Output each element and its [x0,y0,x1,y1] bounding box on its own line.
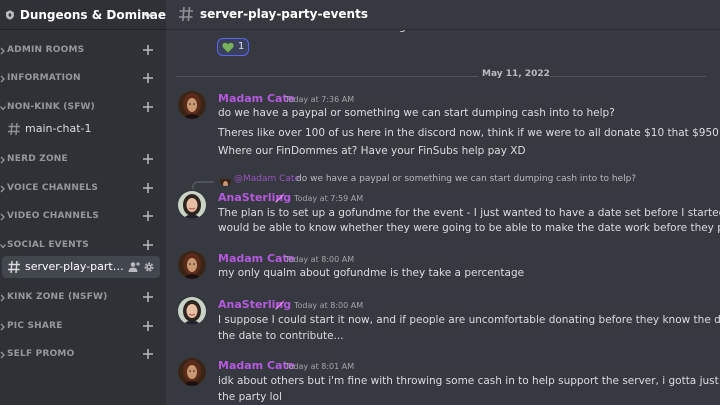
chevron-right-icon [0,294,5,302]
hashtag-icon [8,260,20,274]
add-channel-icon[interactable] [142,320,154,332]
message-text: Where our FinDommes at? Have your FinSub… [218,145,526,157]
message-text: I suppose I could start it now, and if p… [218,314,720,326]
message-text: idk about others but i'm fine with throw… [218,375,720,387]
reaction-count: 1 [238,41,245,52]
create-invite-icon[interactable] [128,261,140,273]
category-information[interactable]: INFORMATION [0,71,166,87]
hashtag-icon [179,6,193,22]
avatar[interactable] [178,358,206,386]
category-label: INFORMATION [7,73,81,83]
add-channel-icon[interactable] [142,182,154,194]
add-channel-icon[interactable] [142,348,154,360]
channel-title: server-play-party-events [200,7,368,21]
avatar[interactable] [178,91,206,119]
avatar[interactable] [178,251,206,279]
category-label: SOCIAL EVENTS [7,240,89,250]
reply-preview-text[interactable]: do we have a paypal or something we can … [296,174,636,184]
message-author[interactable]: Madam Cate [218,252,295,265]
reply-connector [192,181,214,189]
avatar-anasterling-icon [178,297,206,325]
date-divider-label: May 11, 2022 [478,69,550,79]
add-channel-icon[interactable] [142,44,154,56]
message-text: The plan is to set up a gofundme for the… [218,207,720,219]
chevron-down-icon [0,106,6,111]
category-self-promo[interactable]: SELF PROMO [0,347,166,363]
channel-header: server-play-party-events [166,0,720,30]
message-author[interactable]: Madam Cate [218,359,295,372]
avatar-madam-cate-icon [178,358,206,386]
message-timestamp: Today at 7:59 AM [294,194,364,203]
chevron-right-icon [0,47,5,55]
category-video-channels[interactable]: VIDEO CHANNELS [0,209,166,225]
channel-server-play-party-events[interactable]: server-play-party-events [2,256,160,278]
avatar-madam-cate-icon [178,251,206,279]
category-pic-share[interactable]: PIC SHARE [0,319,166,335]
avatar-madam-cate-small-icon [220,179,231,186]
discord-app: Dungeons & Dominae ADMIN ROOMS INFORMATI… [0,0,720,405]
add-channel-icon[interactable] [142,210,154,222]
category-nerd-zone[interactable]: NERD ZONE [0,152,166,168]
reply-author[interactable]: @Madam Cate [234,174,300,184]
message-timestamp: Today at 8:01 AM [285,362,355,371]
message-text: the date to contribute... [218,330,344,342]
category-admin-rooms[interactable]: ADMIN ROOMS [0,43,166,59]
avatar-anasterling-icon [178,191,206,219]
channel-main-chat-1[interactable]: main-chat-1 [2,118,160,140]
chevron-right-icon [0,75,5,83]
add-channel-icon[interactable] [142,101,154,113]
category-label: ADMIN ROOMS [7,45,85,55]
category-social-events[interactable]: SOCIAL EVENTS [0,238,166,254]
category-kink-zone[interactable]: KINK ZONE (NSFW) [0,290,166,306]
message-timestamp: Today at 8:00 AM [294,301,364,310]
category-voice-channels[interactable]: VOICE CHANNELS [0,181,166,197]
chevron-right-icon [0,351,5,359]
chevron-down-icon [0,244,6,249]
hashtag-icon [8,122,20,136]
message-text: do we have a paypal or something we can … [218,107,615,119]
category-label: VOICE CHANNELS [7,183,99,193]
message-author[interactable]: Madam Cate [218,92,295,105]
green-heart-icon [222,42,234,53]
add-channel-icon[interactable] [142,239,154,251]
chat-area: I'm excited to hear how the tour goes! 1… [166,0,720,405]
chevron-right-icon [0,156,5,164]
message-timestamp: Today at 8:00 AM [285,255,355,264]
chevron-right-icon [0,213,5,221]
message-text: my only qualm about gofundme is they tak… [218,267,525,279]
fountain-pen-icon [275,299,285,310]
add-channel-icon[interactable] [142,72,154,84]
chevron-right-icon [0,185,5,193]
add-channel-icon[interactable] [142,291,154,303]
fountain-pen-icon [275,192,285,203]
channel-sidebar: Dungeons & Dominae ADMIN ROOMS INFORMATI… [0,0,166,405]
message-timestamp: Today at 7:36 AM [285,95,355,104]
category-non-kink[interactable]: NON-KINK (SFW) [0,100,166,116]
add-channel-icon[interactable] [142,153,154,165]
avatar[interactable] [178,297,206,325]
avatar[interactable] [178,191,206,219]
category-label: KINK ZONE (NSFW) [7,292,108,302]
chevron-right-icon [0,323,5,331]
channel-name: server-play-party-events [25,260,127,273]
category-label: NON-KINK (SFW) [7,102,95,112]
channel-name: main-chat-1 [25,122,92,135]
reaction-button[interactable]: 1 [217,38,249,56]
reply-avatar [220,175,231,186]
message-text: Theres like over 100 of us here in the d… [218,127,720,139]
message-text: would be able to know whether they were … [218,222,720,234]
server-header[interactable]: Dungeons & Dominae [0,0,166,30]
server-badge-icon [6,9,14,20]
avatar-madam-cate-icon [178,91,206,119]
gear-icon[interactable] [143,261,155,273]
chevron-down-icon[interactable] [142,9,154,21]
category-label: VIDEO CHANNELS [7,211,100,221]
message-text: the party lol [218,391,282,403]
category-label: SELF PROMO [7,349,75,359]
category-label: NERD ZONE [7,154,68,164]
category-label: PIC SHARE [7,321,63,331]
date-divider [176,76,706,77]
